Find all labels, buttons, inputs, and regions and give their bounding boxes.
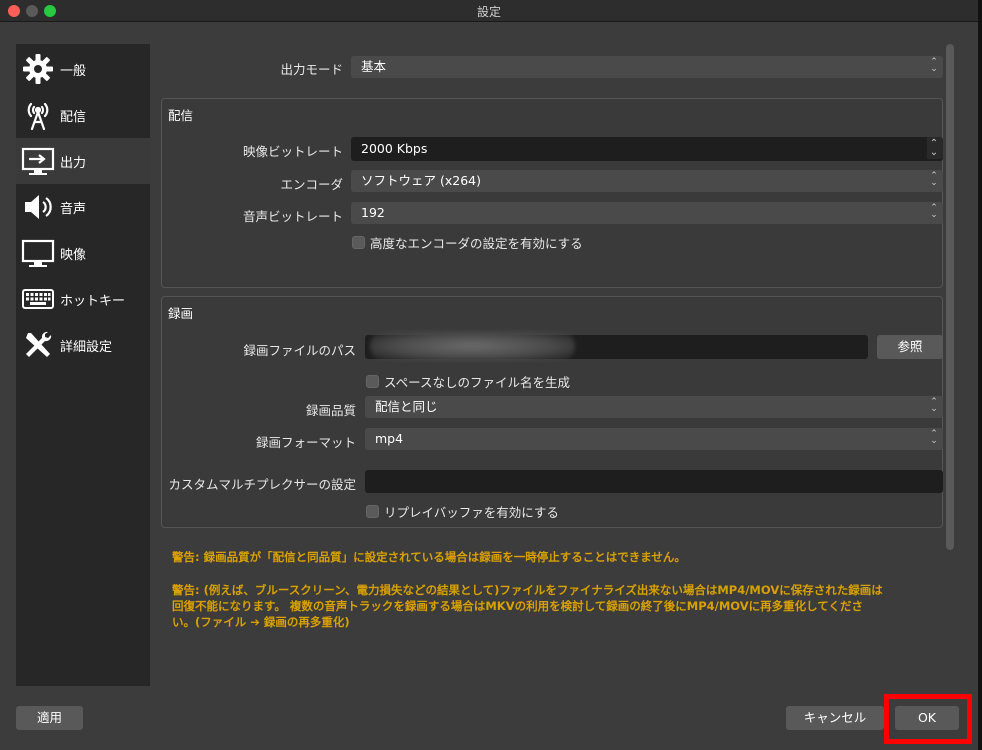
audio-bitrate-value: 192: [361, 205, 385, 220]
updown-arrows-icon: ⌃ ⌄: [930, 171, 938, 188]
updown-arrows-icon: ⌃ ⌄: [930, 397, 938, 414]
muxer-settings-label: カスタムマルチプレクサーの設定: [168, 477, 356, 492]
sidebar-item-hotkeys[interactable]: ホットキー: [16, 276, 150, 322]
sidebar-item-general[interactable]: 一般: [16, 46, 150, 92]
no-space-checkbox[interactable]: [366, 375, 379, 388]
encoder-select[interactable]: ソフトウェア (x264) ⌃ ⌄: [351, 170, 943, 192]
recording-quality-label: 録画品質: [305, 403, 356, 418]
recording-quality-select[interactable]: 配信と同じ ⌃ ⌄: [365, 396, 943, 418]
cancel-button[interactable]: キャンセル: [786, 706, 884, 730]
background-edge: [978, 0, 982, 750]
browse-button[interactable]: 参照: [877, 335, 943, 359]
output-mode-value: 基本: [361, 59, 387, 74]
advanced-encoder-label: 高度なエンコーダの設定を有効にする: [370, 236, 583, 251]
advanced-encoder-checkbox-row[interactable]: 高度なエンコーダの設定を有効にする: [352, 233, 583, 252]
sidebar-item-video[interactable]: 映像: [16, 230, 150, 276]
video-bitrate-value: 2000 Kbps: [361, 141, 428, 156]
warning-pause: 警告: 録画品質が「配信と同品質」に設定されている場合は録画を一時停止することは…: [172, 550, 686, 564]
encoder-value: ソフトウェア (x264): [361, 173, 481, 188]
recording-format-select[interactable]: mp4 ⌃ ⌄: [365, 428, 943, 450]
replay-buffer-checkbox[interactable]: [366, 505, 379, 518]
video-bitrate-input[interactable]: 2000 Kbps ⌃ ⌄: [351, 137, 943, 161]
streaming-group: 配信: [161, 98, 943, 288]
recording-quality-value: 配信と同じ: [375, 399, 438, 414]
output-monitor-icon: [20, 143, 56, 179]
no-space-checkbox-row[interactable]: スペースなしのファイル名を生成: [366, 372, 570, 391]
redacted-path: [370, 331, 575, 361]
monitor-icon: [20, 235, 56, 271]
antenna-icon: [20, 97, 56, 133]
replay-buffer-label: リプレイバッファを有効にする: [384, 505, 559, 520]
output-mode-select[interactable]: 基本 ⌃ ⌄: [351, 56, 943, 78]
keyboard-icon: [20, 281, 56, 317]
gear-icon: [20, 51, 56, 87]
settings-sidebar: 一般 配信 出力 音声 映像 ホットキー 詳細設定: [16, 44, 150, 686]
sidebar-item-label: 一般: [60, 63, 87, 79]
video-bitrate-label: 映像ビットレート: [242, 144, 343, 159]
sidebar-item-audio[interactable]: 音声: [16, 184, 150, 230]
title-bar: 設定: [0, 0, 978, 22]
sidebar-item-label: 映像: [60, 247, 87, 263]
sidebar-item-label: 音声: [60, 201, 87, 217]
apply-button[interactable]: 適用: [16, 706, 83, 730]
warning-mp4-line3: い。(ファイル ➔ 録画の再多重化): [172, 615, 350, 629]
replay-buffer-checkbox-row[interactable]: リプレイバッファを有効にする: [366, 502, 559, 521]
sidebar-item-label: ホットキー: [60, 293, 126, 309]
no-space-label: スペースなしのファイル名を生成: [384, 375, 571, 390]
sidebar-item-label: 配信: [60, 109, 87, 125]
speaker-icon: [20, 189, 56, 225]
tools-icon: [20, 327, 56, 363]
sidebar-item-label: 出力: [60, 155, 87, 171]
scrollbar-thumb[interactable]: [946, 44, 954, 550]
recording-group-title: 録画: [168, 306, 194, 321]
audio-bitrate-select[interactable]: 192 ⌃ ⌄: [351, 202, 943, 224]
audio-bitrate-label: 音声ビットレート: [242, 209, 343, 224]
recording-format-label: 録画フォーマット: [255, 435, 356, 450]
warning-mp4-line2: 回復不能になります。 複数の音声トラックを録画する場合はMKVの利用を検討して録…: [172, 599, 863, 613]
sidebar-item-output[interactable]: 出力: [16, 138, 150, 184]
streaming-group-title: 配信: [168, 108, 194, 123]
sidebar-item-advanced[interactable]: 詳細設定: [16, 322, 150, 368]
output-mode-label: 出力モード: [280, 62, 343, 77]
updown-arrows-icon: ⌃ ⌄: [930, 203, 938, 220]
updown-arrows-icon: ⌃ ⌄: [930, 429, 938, 446]
encoder-label: エンコーダ: [280, 177, 343, 192]
warning-mp4-line1: 警告: (例えば、ブルースクリーン、電力損失などの結果として)ファイルをファイナ…: [172, 583, 883, 597]
content-scrollbar[interactable]: [946, 44, 954, 550]
muxer-settings-input[interactable]: [365, 470, 943, 493]
advanced-encoder-checkbox[interactable]: [352, 236, 365, 249]
recording-path-label: 録画ファイルのパス: [243, 343, 356, 358]
recording-format-value: mp4: [375, 431, 404, 446]
sidebar-item-label: 詳細設定: [60, 339, 113, 355]
updown-arrows-icon: ⌃ ⌄: [930, 57, 938, 74]
stepper-arrows-icon: ⌃ ⌄: [929, 138, 939, 158]
sidebar-item-stream[interactable]: 配信: [16, 92, 150, 138]
window-title: 設定: [476, 5, 501, 19]
ok-highlight-box: [884, 694, 972, 744]
